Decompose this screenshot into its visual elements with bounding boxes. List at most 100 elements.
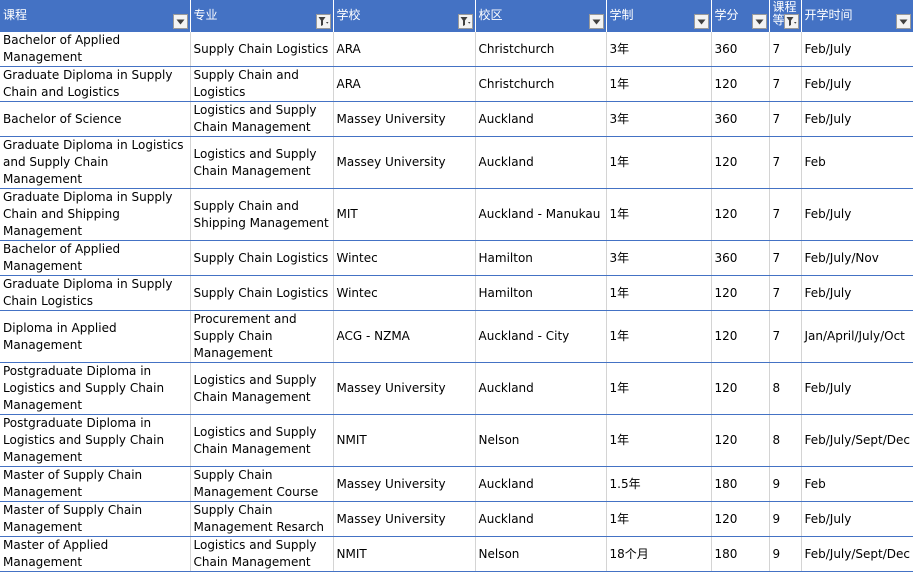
cell-intake[interactable]: Feb/July (801, 362, 913, 415)
cell-intake[interactable]: Feb/July/Nov (801, 240, 913, 276)
filter-active-button[interactable] (783, 14, 799, 29)
cell-duration[interactable]: 1年 (606, 362, 712, 415)
cell-intake[interactable]: Feb/July (801, 66, 913, 102)
cell-level[interactable]: 7 (769, 101, 802, 137)
cell-school[interactable]: Wintec (333, 240, 476, 276)
cell-level[interactable]: 9 (769, 536, 802, 572)
cell-credits[interactable]: 120 (711, 66, 770, 102)
cell-campus[interactable]: Christchurch (475, 32, 607, 67)
cell-course[interactable]: Postgraduate Diploma in Logistics and Su… (0, 362, 191, 415)
cell-intake[interactable]: Feb/July (801, 101, 913, 137)
cell-school[interactable]: Massey University (333, 466, 476, 502)
cell-course[interactable]: Postgraduate Diploma in Logistics and Su… (0, 414, 191, 467)
cell-intake[interactable]: Feb/July (801, 501, 913, 537)
cell-school[interactable]: ARA (333, 66, 476, 102)
cell-credits[interactable]: 120 (711, 501, 770, 537)
cell-course[interactable]: Master of Supply Chain Management (0, 466, 191, 502)
cell-duration[interactable]: 1年 (606, 188, 712, 241)
cell-campus[interactable]: Auckland (475, 136, 607, 189)
cell-credits[interactable]: 360 (711, 101, 770, 137)
cell-credits[interactable]: 120 (711, 310, 770, 363)
cell-campus[interactable]: Hamilton (475, 275, 607, 311)
cell-major[interactable]: Procurement and Supply Chain Management (190, 310, 334, 363)
cell-duration[interactable]: 1年 (606, 136, 712, 189)
cell-credits[interactable]: 360 (711, 32, 770, 67)
cell-campus[interactable]: Auckland (475, 466, 607, 502)
cell-campus[interactable]: Auckland (475, 101, 607, 137)
cell-duration[interactable]: 3年 (606, 101, 712, 137)
cell-intake[interactable]: Feb/July (801, 275, 913, 311)
cell-level[interactable]: 7 (769, 275, 802, 311)
cell-intake[interactable]: Feb/July/Sept/Dec (801, 414, 913, 467)
cell-course[interactable]: Graduate Diploma in Supply Chain and Log… (0, 66, 191, 102)
cell-campus[interactable]: Hamilton (475, 240, 607, 276)
cell-major[interactable]: Supply Chain Logistics (190, 275, 334, 311)
cell-campus[interactable]: Auckland (475, 362, 607, 415)
cell-duration[interactable]: 1年 (606, 310, 712, 363)
cell-credits[interactable]: 360 (711, 240, 770, 276)
cell-campus[interactable]: Nelson (475, 414, 607, 467)
cell-school[interactable]: NMIT (333, 414, 476, 467)
cell-school[interactable]: MIT (333, 188, 476, 241)
cell-level[interactable]: 7 (769, 240, 802, 276)
cell-level[interactable]: 7 (769, 66, 802, 102)
cell-level[interactable]: 7 (769, 310, 802, 363)
cell-intake[interactable]: Feb (801, 466, 913, 502)
cell-level[interactable]: 7 (769, 32, 802, 67)
cell-credits[interactable]: 180 (711, 466, 770, 502)
cell-duration[interactable]: 3年 (606, 240, 712, 276)
cell-school[interactable]: Wintec (333, 275, 476, 311)
cell-duration[interactable]: 3年 (606, 32, 712, 67)
cell-school[interactable]: ACG - NZMA (333, 310, 476, 363)
cell-intake[interactable]: Jan/April/July/Oct (801, 310, 913, 363)
cell-course[interactable]: Bachelor of Applied Management (0, 240, 191, 276)
cell-campus[interactable]: Nelson (475, 536, 607, 572)
cell-credits[interactable]: 120 (711, 275, 770, 311)
cell-course[interactable]: Master of Applied Management (0, 536, 191, 572)
cell-major[interactable]: Logistics and Supply Chain Management (190, 536, 334, 572)
cell-course[interactable]: Bachelor of Applied Management (0, 32, 191, 67)
cell-duration[interactable]: 1年 (606, 414, 712, 467)
cell-credits[interactable]: 120 (711, 136, 770, 189)
cell-school[interactable]: Massey University (333, 136, 476, 189)
cell-credits[interactable]: 120 (711, 188, 770, 241)
cell-school[interactable]: ARA (333, 32, 476, 67)
cell-school[interactable]: Massey University (333, 101, 476, 137)
cell-campus[interactable]: Auckland (475, 501, 607, 537)
cell-major[interactable]: Supply Chain Management Resarch (190, 501, 334, 537)
cell-school[interactable]: Massey University (333, 501, 476, 537)
cell-campus[interactable]: Auckland - Manukau (475, 188, 607, 241)
cell-major[interactable]: Supply Chain Logistics (190, 32, 334, 67)
filter-dropdown-button[interactable] (693, 14, 709, 29)
cell-course[interactable]: Graduate Diploma in Logistics and Supply… (0, 136, 191, 189)
filter-active-button[interactable] (457, 14, 473, 29)
cell-major[interactable]: Supply Chain Management Course (190, 466, 334, 502)
filter-dropdown-button[interactable] (172, 14, 188, 29)
cell-duration[interactable]: 1年 (606, 501, 712, 537)
cell-level[interactable]: 7 (769, 188, 802, 241)
cell-school[interactable]: NMIT (333, 536, 476, 572)
cell-credits[interactable]: 180 (711, 536, 770, 572)
cell-course[interactable]: Diploma in Applied Management (0, 310, 191, 363)
cell-intake[interactable]: Feb (801, 136, 913, 189)
cell-school[interactable]: Massey University (333, 362, 476, 415)
cell-major[interactable]: Logistics and Supply Chain Management (190, 414, 334, 467)
cell-level[interactable]: 8 (769, 362, 802, 415)
filter-dropdown-button[interactable] (895, 14, 911, 29)
cell-course[interactable]: Master of Supply Chain Management (0, 501, 191, 537)
cell-level[interactable]: 7 (769, 136, 802, 189)
cell-major[interactable]: Supply Chain and Shipping Management (190, 188, 334, 241)
cell-level[interactable]: 8 (769, 414, 802, 467)
cell-major[interactable]: Logistics and Supply Chain Management (190, 362, 334, 415)
cell-intake[interactable]: Feb/July (801, 188, 913, 241)
cell-campus[interactable]: Auckland - City (475, 310, 607, 363)
cell-course[interactable]: Bachelor of Science (0, 101, 191, 137)
cell-course[interactable]: Graduate Diploma in Supply Chain and Shi… (0, 188, 191, 241)
cell-level[interactable]: 9 (769, 501, 802, 537)
cell-credits[interactable]: 120 (711, 414, 770, 467)
cell-intake[interactable]: Feb/July (801, 32, 913, 67)
cell-major[interactable]: Supply Chain Logistics (190, 240, 334, 276)
cell-duration[interactable]: 1.5年 (606, 466, 712, 502)
cell-duration[interactable]: 18个月 (606, 536, 712, 572)
cell-major[interactable]: Logistics and Supply Chain Management (190, 136, 334, 189)
